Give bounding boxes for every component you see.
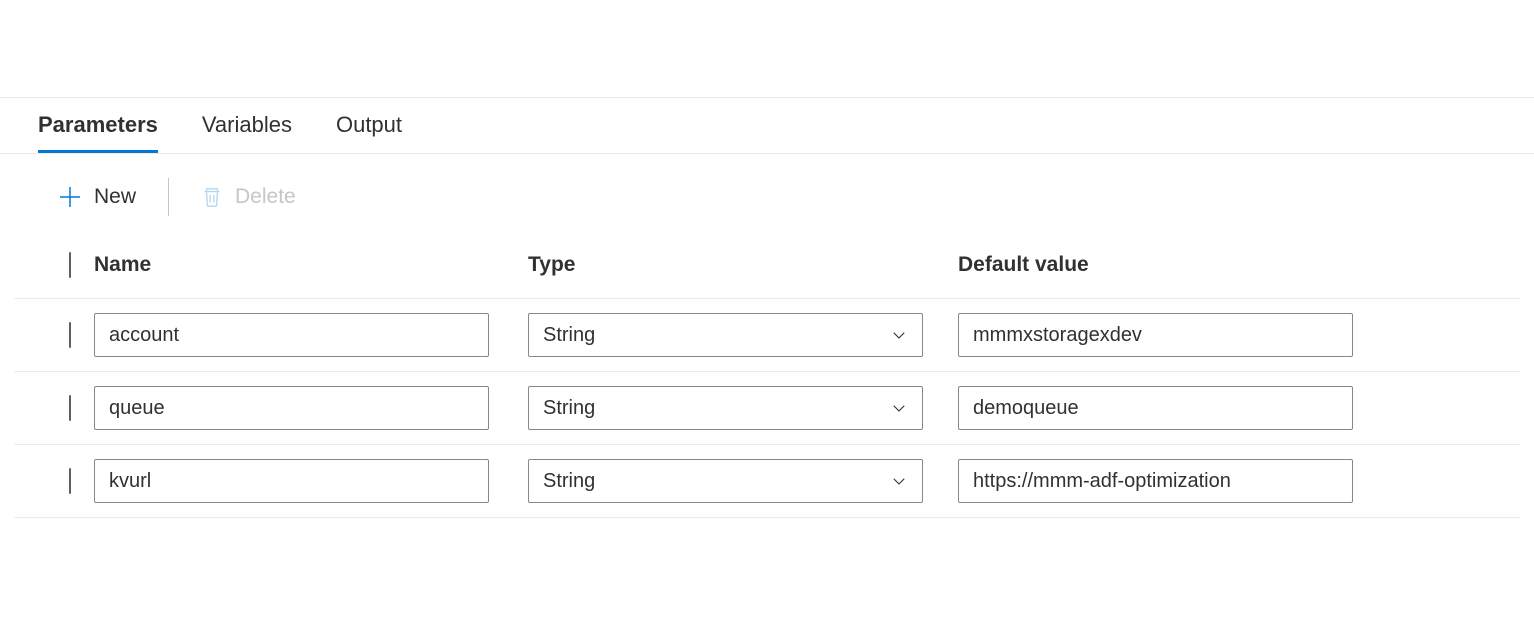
tab-variables[interactable]: Variables — [202, 98, 292, 153]
type-select-value: String — [543, 470, 595, 493]
new-button-label: New — [94, 185, 136, 209]
chevron-down-icon — [890, 399, 908, 417]
name-input[interactable] — [94, 459, 489, 503]
name-input[interactable] — [94, 313, 489, 357]
tab-bar: Parameters Variables Output — [0, 98, 1534, 154]
row-checkbox[interactable] — [69, 395, 71, 421]
table-row: String — [14, 372, 1520, 445]
type-select[interactable]: String — [528, 313, 923, 357]
chevron-down-icon — [890, 472, 908, 490]
delete-button-label: Delete — [235, 185, 296, 209]
row-checkbox[interactable] — [69, 322, 71, 348]
type-select[interactable]: String — [528, 386, 923, 430]
default-value-input[interactable] — [958, 386, 1353, 430]
header-default-value: Default value — [958, 253, 1089, 276]
table-header-row: Name Type Default value — [14, 240, 1520, 299]
header-type: Type — [528, 253, 575, 276]
type-select-value: String — [543, 397, 595, 420]
header-name: Name — [94, 253, 151, 276]
row-checkbox[interactable] — [69, 468, 71, 494]
toolbar: New Delete — [0, 154, 1534, 240]
default-value-input[interactable] — [958, 313, 1353, 357]
type-select-value: String — [543, 324, 595, 347]
trash-icon — [201, 186, 223, 208]
toolbar-separator — [168, 178, 169, 216]
new-button[interactable]: New — [50, 181, 144, 213]
table-row: String — [14, 299, 1520, 372]
table-row: String — [14, 445, 1520, 518]
type-select[interactable]: String — [528, 459, 923, 503]
select-all-checkbox[interactable] — [69, 252, 71, 278]
plus-icon — [58, 185, 82, 209]
top-region — [0, 0, 1534, 98]
chevron-down-icon — [890, 326, 908, 344]
default-value-input[interactable] — [958, 459, 1353, 503]
delete-button[interactable]: Delete — [193, 181, 304, 213]
parameters-table: Name Type Default value String — [0, 240, 1534, 518]
tab-parameters[interactable]: Parameters — [38, 98, 158, 153]
name-input[interactable] — [94, 386, 489, 430]
tab-output[interactable]: Output — [336, 98, 402, 153]
